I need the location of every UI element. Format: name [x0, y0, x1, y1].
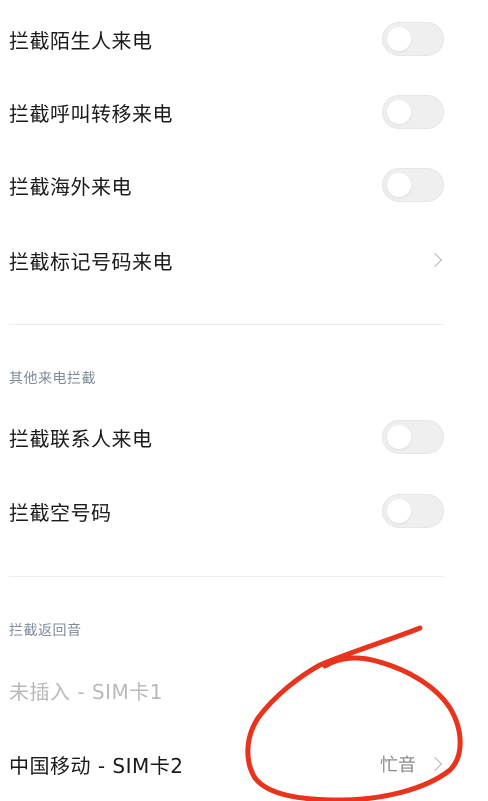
sim2-label: 中国移动 - SIM卡2: [9, 753, 184, 778]
section-divider: [9, 576, 444, 577]
block-forwarded-toggle[interactable]: [382, 95, 444, 129]
block-contacts-toggle[interactable]: [382, 420, 444, 454]
block-forwarded-row[interactable]: 拦截呼叫转移来电: [0, 75, 488, 149]
toggle-knob: [387, 100, 411, 124]
return-tone-section-header: 拦截返回音: [9, 623, 82, 639]
toggle-knob: [387, 27, 411, 51]
section-divider: [9, 324, 444, 325]
chevron-right-icon: [427, 252, 443, 268]
sim2-trailing: 忙音: [380, 751, 444, 777]
block-overseas-toggle[interactable]: [382, 168, 444, 202]
block-forwarded-label: 拦截呼叫转移来电: [9, 101, 173, 126]
block-empty-numbers-label: 拦截空号码: [9, 500, 112, 525]
other-section-header: 其他来电拦截: [9, 371, 96, 387]
block-overseas-label: 拦截海外来电: [9, 174, 132, 199]
block-contacts-row[interactable]: 拦截联系人来电: [0, 400, 488, 474]
sim1-row: 未插入 - SIM卡1: [0, 653, 488, 727]
sim2-return-tone-value: 忙音: [380, 755, 416, 776]
block-strangers-label: 拦截陌生人来电: [9, 28, 153, 53]
chevron-right-icon: [427, 756, 443, 772]
sim2-row[interactable]: 中国移动 - SIM卡2 忙音: [0, 727, 488, 801]
block-contacts-label: 拦截联系人来电: [9, 426, 153, 451]
toggle-knob: [387, 425, 411, 449]
block-marked-row[interactable]: 拦截标记号码来电: [0, 223, 488, 297]
block-marked-label: 拦截标记号码来电: [9, 249, 173, 274]
block-empty-numbers-toggle[interactable]: [382, 494, 444, 528]
block-strangers-toggle[interactable]: [382, 22, 444, 56]
block-strangers-row[interactable]: 拦截陌生人来电: [0, 2, 488, 76]
block-empty-numbers-row[interactable]: 拦截空号码: [0, 474, 488, 548]
sim1-label: 未插入 - SIM卡1: [9, 679, 164, 704]
toggle-knob: [387, 499, 411, 523]
block-overseas-row[interactable]: 拦截海外来电: [0, 148, 488, 222]
toggle-knob: [387, 173, 411, 197]
